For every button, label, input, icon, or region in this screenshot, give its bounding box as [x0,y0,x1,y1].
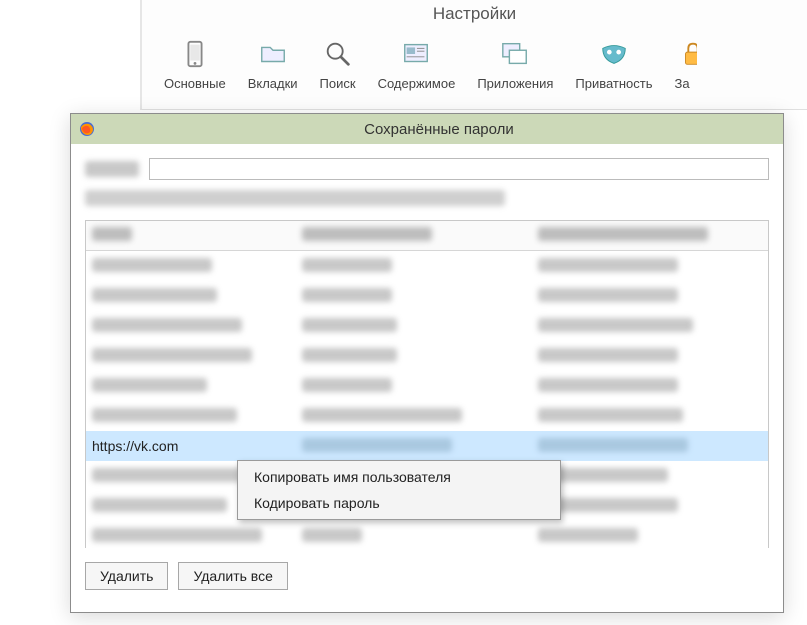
table-row[interactable] [86,401,768,431]
content-icon [398,36,434,72]
tab-label: Приложения [477,76,553,91]
saved-passwords-dialog: Сохранённые пароли [70,113,784,613]
phone-icon [177,36,213,72]
dialog-titlebar[interactable]: Сохранённые пароли [71,114,783,144]
tab-security[interactable]: За [665,34,697,93]
windows-icon [497,36,533,72]
menu-copy-password[interactable]: Кодировать пароль [240,490,558,516]
button-row: Удалить Удалить все [85,548,769,590]
menu-copy-username[interactable]: Копировать имя пользователя [240,464,558,490]
description-blurred [85,190,505,206]
tab-label: Вкладки [248,76,298,91]
table-row-selected[interactable]: https://vk.com [86,431,768,461]
tab-label: За [675,76,690,91]
firefox-icon [79,121,95,137]
tab-label: Основные [164,76,226,91]
folder-icon [255,36,291,72]
search-row [85,158,769,180]
site-cell: https://vk.com [86,438,296,454]
table-row[interactable] [86,251,768,281]
settings-toolbar: Основные Вкладки Поиск Содержимое Прилож… [142,30,807,93]
tab-label: Поиск [320,76,356,91]
settings-panel: Настройки Основные Вкладки Поиск Содержи… [140,0,807,110]
table-row[interactable] [86,341,768,371]
tab-applications[interactable]: Приложения [467,34,563,93]
table-header[interactable] [86,221,768,251]
dialog-body: https://vk.com Удалить [71,144,783,604]
tab-general[interactable]: Основные [154,34,236,93]
tab-label: Приватность [575,76,652,91]
search-icon [320,36,356,72]
table-row[interactable] [86,311,768,341]
delete-all-button[interactable]: Удалить все [178,562,287,590]
search-input[interactable] [149,158,769,180]
table-row[interactable] [86,281,768,311]
tab-privacy[interactable]: Приватность [565,34,662,93]
lock-icon [675,36,697,72]
dialog-title: Сохранённые пароли [103,121,775,138]
table-row[interactable] [86,521,768,548]
delete-button[interactable]: Удалить [85,562,168,590]
mask-icon [596,36,632,72]
context-menu: Копировать имя пользователя Кодировать п… [237,460,561,520]
tab-content[interactable]: Содержимое [368,34,466,93]
search-label-blurred [85,161,139,177]
table-row[interactable] [86,371,768,401]
tab-tabs[interactable]: Вкладки [238,34,308,93]
tab-label: Содержимое [378,76,456,91]
settings-title: Настройки [142,0,807,30]
tab-search[interactable]: Поиск [310,34,366,93]
